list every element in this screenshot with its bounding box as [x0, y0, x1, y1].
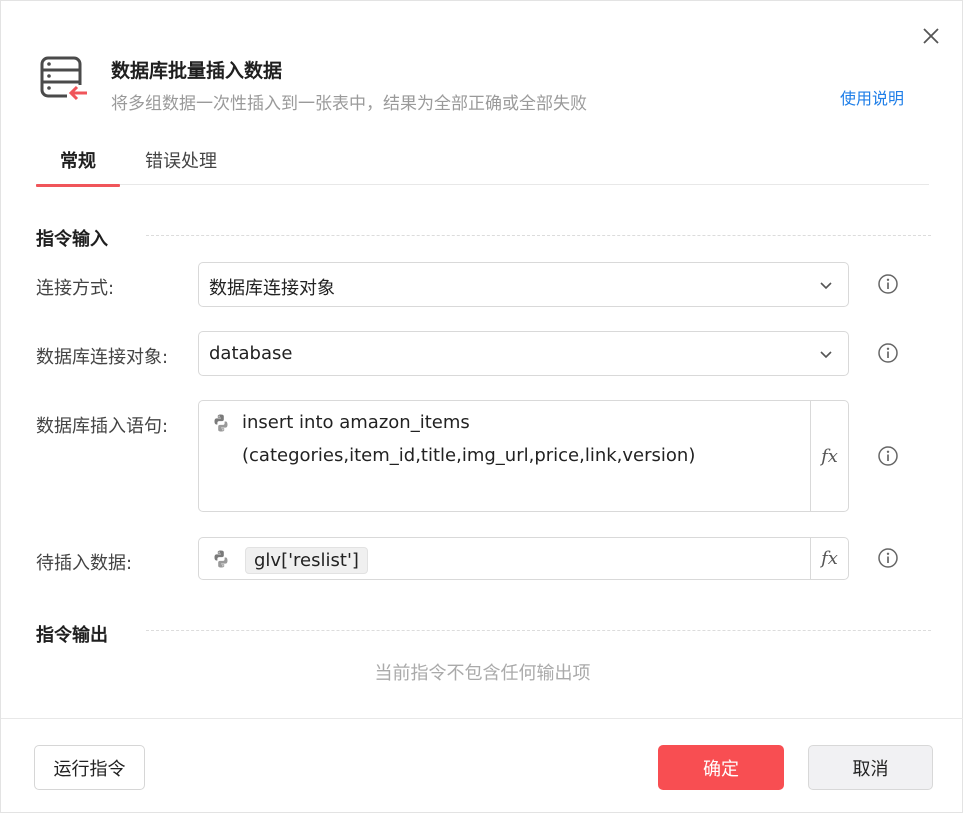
python-icon	[214, 414, 228, 432]
output-section-divider	[146, 630, 931, 631]
python-icon	[214, 550, 228, 568]
no-output-message: 当前指令不包含任何输出项	[374, 663, 591, 684]
formula-button[interactable]: fx	[810, 538, 848, 579]
data-to-insert-label: 待插入数据:	[36, 553, 133, 574]
insert-sql-editor[interactable]: insert into amazon_items (categories,ite…	[198, 400, 849, 512]
db-object-select[interactable]: database	[198, 331, 849, 376]
connection-mode-label: 连接方式:	[36, 278, 115, 299]
tab-active-underline	[36, 184, 120, 187]
tab-bar: 常规 错误处理	[36, 147, 929, 187]
help-link[interactable]: 使用说明	[840, 85, 904, 109]
dialog: 数据库批量插入数据 将多组数据一次性插入到一张表中，结果为全部正确或全部失败 使…	[0, 0, 963, 813]
info-icon[interactable]	[877, 342, 899, 364]
insert-sql-label: 数据库插入语句:	[36, 416, 169, 437]
connection-mode-value: 数据库连接对象	[209, 278, 335, 299]
input-section-divider	[146, 235, 931, 236]
db-object-label: 数据库连接对象:	[36, 347, 169, 368]
tab-general-label: 常规	[60, 151, 96, 172]
insert-sql-line-2: (categories,item_id,title,img_url,price,…	[242, 445, 696, 466]
data-to-insert-editor[interactable]: glv['reslist'] fx	[198, 537, 849, 580]
database-insert-icon	[40, 56, 89, 101]
connection-mode-select[interactable]: 数据库连接对象	[198, 262, 849, 307]
info-icon[interactable]	[877, 445, 899, 467]
formula-button[interactable]: fx	[810, 401, 848, 511]
chevron-down-icon	[820, 282, 832, 290]
info-icon[interactable]	[877, 273, 899, 295]
dialog-subtitle: 将多组数据一次性插入到一张表中，结果为全部正确或全部失败	[111, 94, 587, 114]
close-icon[interactable]	[920, 25, 942, 47]
variable-chip[interactable]: glv['reslist']	[245, 547, 368, 574]
fx-icon: fx	[821, 548, 838, 569]
tab-error-handling[interactable]: 错误处理	[141, 147, 221, 185]
insert-sql-line-1: insert into amazon_items	[242, 412, 470, 433]
confirm-button[interactable]: 确定	[658, 745, 784, 790]
dialog-title: 数据库批量插入数据	[111, 60, 283, 82]
db-object-value: database	[209, 343, 293, 364]
input-section-title: 指令输入	[36, 229, 108, 250]
fx-icon: fx	[821, 445, 838, 467]
cancel-button[interactable]: 取消	[808, 745, 933, 790]
tab-general[interactable]: 常规	[36, 147, 120, 187]
dialog-footer: 运行指令 确定 取消	[1, 718, 963, 813]
chevron-down-icon	[820, 351, 832, 359]
info-icon[interactable]	[877, 547, 899, 569]
tab-error-handling-label: 错误处理	[145, 151, 217, 172]
output-section-title: 指令输出	[36, 625, 108, 646]
run-command-button[interactable]: 运行指令	[34, 745, 145, 790]
